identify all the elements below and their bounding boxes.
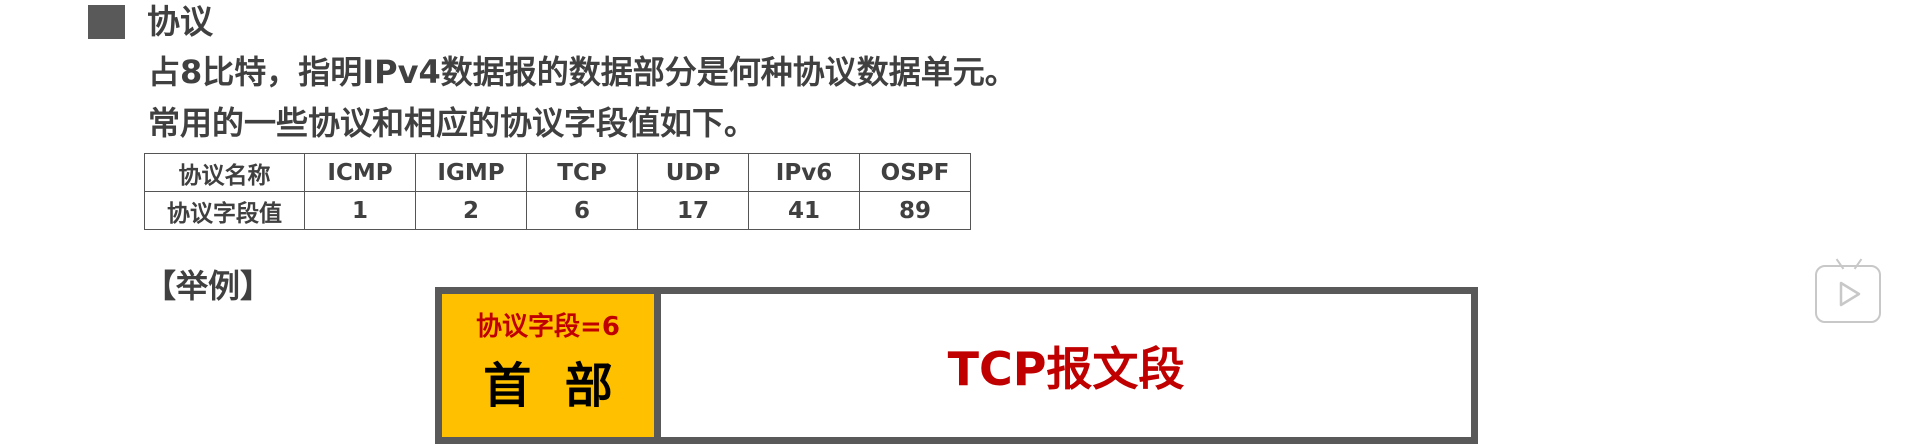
section-title: 协议 bbox=[147, 2, 213, 41]
ip-datagram-diagram: 协议字段=6 首 部 TCP报文段 bbox=[435, 287, 1478, 444]
table-cell-protocol: IPv6 bbox=[748, 153, 860, 192]
row-header-protocol-name: 协议名称 bbox=[144, 153, 305, 192]
header-label: 首 部 bbox=[483, 358, 613, 414]
table-cell-value: 1 bbox=[304, 191, 416, 230]
table-cell-value: 89 bbox=[859, 191, 971, 230]
table-cell-value: 41 bbox=[748, 191, 860, 230]
table-cell-value: 17 bbox=[637, 191, 749, 230]
table-cell-protocol: ICMP bbox=[304, 153, 416, 192]
square-bullet-icon bbox=[88, 5, 125, 39]
table-cell-value: 2 bbox=[415, 191, 527, 230]
protocol-field-label: 协议字段=6 bbox=[476, 312, 620, 342]
table-cell-value: 6 bbox=[526, 191, 638, 230]
table-cell-protocol: IGMP bbox=[415, 153, 527, 192]
table-row-field-values: 协议字段值 1 2 6 17 41 89 bbox=[144, 191, 971, 230]
antenna-left-icon bbox=[1835, 258, 1845, 270]
datagram-data-block: TCP报文段 bbox=[947, 341, 1185, 396]
description-line-1: 占8比特，指明IPv4数据报的数据部分是何种协议数据单元。 bbox=[148, 53, 1017, 91]
table-cell-protocol: UDP bbox=[637, 153, 749, 192]
table-cell-protocol: OSPF bbox=[859, 153, 971, 192]
antenna-right-icon bbox=[1853, 258, 1863, 270]
play-triangle-icon bbox=[1839, 281, 1861, 307]
table-row-protocol-names: 协议名称 ICMP IGMP TCP UDP IPv6 OSPF bbox=[144, 153, 971, 192]
datagram-header-block: 协议字段=6 首 部 bbox=[442, 294, 661, 437]
play-icon[interactable] bbox=[1815, 258, 1881, 323]
row-header-field-value: 协议字段值 bbox=[144, 191, 305, 230]
example-label: 【举例】 bbox=[144, 267, 273, 305]
protocol-table: 协议名称 ICMP IGMP TCP UDP IPv6 OSPF 协议字段值 1… bbox=[144, 153, 971, 230]
description-line-2: 常用的一些协议和相应的协议字段值如下。 bbox=[148, 104, 757, 142]
table-cell-protocol: TCP bbox=[526, 153, 638, 192]
